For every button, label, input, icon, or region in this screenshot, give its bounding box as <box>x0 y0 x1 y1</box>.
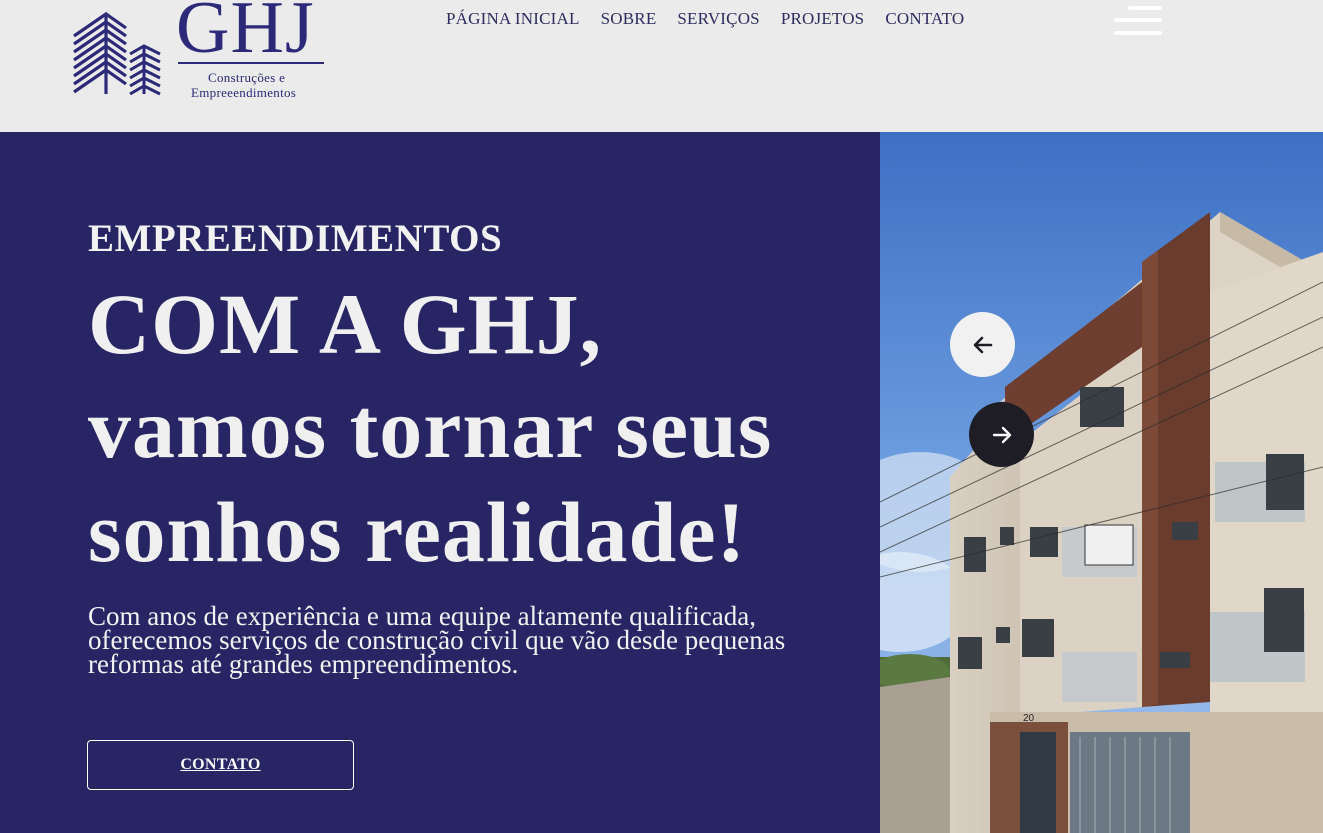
menu-line <box>1128 6 1162 10</box>
headline-line-2: vamos tornar seus <box>88 380 773 476</box>
contact-button[interactable]: CONTATO <box>87 740 354 790</box>
main-nav: PÁGINA INICIAL SOBRE SERVIÇOS PROJETOS C… <box>446 9 985 29</box>
nav-contact[interactable]: CONTATO <box>885 9 964 29</box>
hero-description: Com anos de experiência e uma equipe alt… <box>88 601 786 679</box>
carousel-prev-button[interactable] <box>950 312 1015 377</box>
hamburger-menu-icon[interactable] <box>1112 4 1162 38</box>
hero-section: EMPREENDIMENTOS COM A GHJ, vamos tornar … <box>0 132 880 833</box>
brand-tagline-1: Construções e <box>208 70 286 85</box>
site-header: GHJ Construções e Empreeendimentos PÁGIN… <box>0 0 1323 132</box>
nav-projects[interactable]: PROJETOS <box>781 9 864 29</box>
headline-line-1: COM A GHJ, <box>88 276 603 372</box>
nav-home[interactable]: PÁGINA INICIAL <box>446 9 580 29</box>
brand-underline <box>178 62 324 64</box>
brand-tagline-2: Empreeendimentos <box>191 85 297 100</box>
hero-eyebrow: EMPREENDIMENTOS <box>88 217 503 260</box>
headline-line-3: sonhos realidade! <box>88 484 747 580</box>
building-photo: 20 <box>880 132 1323 833</box>
building-logo-icon <box>73 12 161 96</box>
building-number: 20 <box>1023 713 1035 724</box>
menu-line <box>1114 31 1162 35</box>
arrow-left-icon <box>973 336 992 353</box>
nav-about[interactable]: SOBRE <box>601 9 657 29</box>
menu-line <box>1114 18 1162 22</box>
nav-services[interactable]: SERVIÇOS <box>677 9 759 29</box>
brand-name: GHJ <box>176 0 315 69</box>
building-illustration: 20 <box>880 132 1323 833</box>
hero-headline: COM A GHJ, vamos tornar seus sonhos real… <box>88 272 868 584</box>
carousel-next-button[interactable] <box>969 402 1034 467</box>
brand-logo[interactable]: GHJ Construções e Empreeendimentos <box>70 0 330 105</box>
arrow-right-icon <box>992 426 1011 443</box>
